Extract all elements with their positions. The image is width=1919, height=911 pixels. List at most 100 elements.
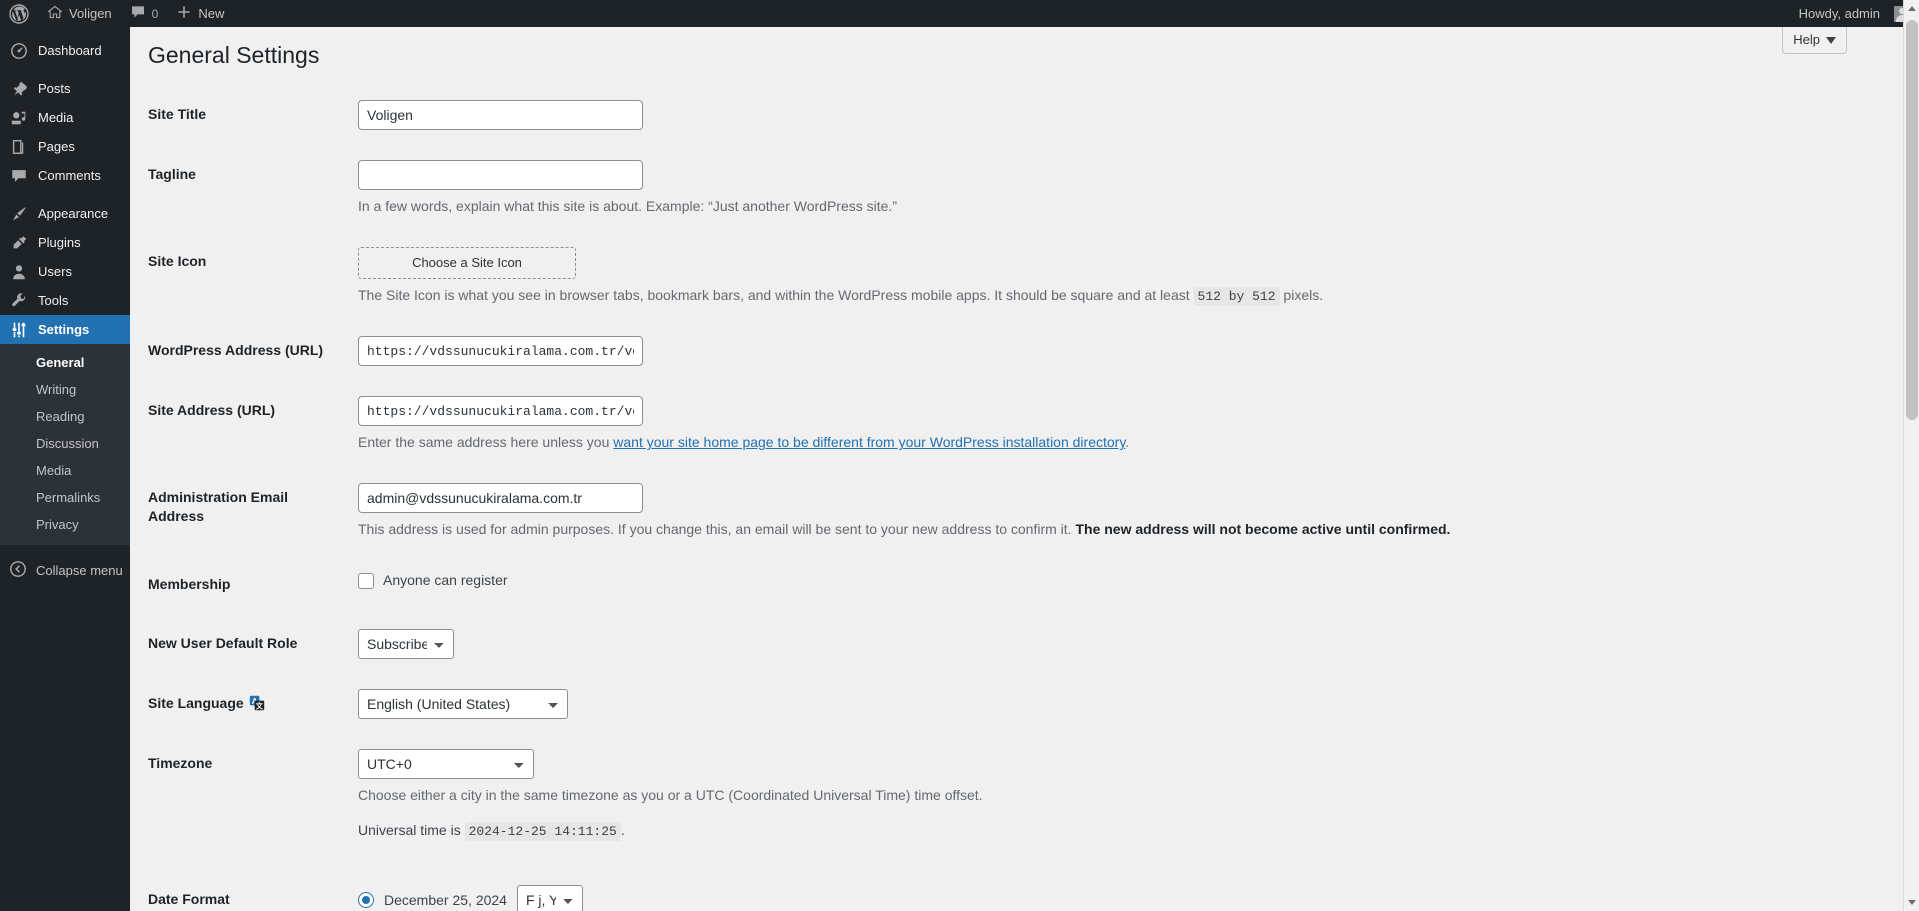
date-format-radio[interactable] (358, 892, 374, 909)
tagline-description: In a few words, explain what this site i… (358, 197, 897, 214)
submenu-item-privacy[interactable]: Privacy (0, 511, 130, 538)
cell-site-language: English (United States) (348, 674, 1548, 734)
sidebar-item-tools[interactable]: Tools (0, 286, 130, 315)
collapse-menu-label: Collapse menu (36, 562, 123, 578)
label-site-language: Site Language A文 (148, 674, 348, 734)
cell-tagline: In a few words, explain what this site i… (348, 145, 1548, 232)
site-address-desc-after: . (1125, 434, 1130, 451)
new-user-role-select[interactable]: SubscriberContributorAuthorEditorAdminis… (358, 628, 454, 659)
scroll-down-arrow-icon[interactable] (1904, 894, 1919, 911)
row-site-title: Site Title (148, 85, 1548, 145)
cell-site-icon: Choose a Site Icon The Site Icon is what… (348, 232, 1548, 322)
cell-timezone: UTC+0 Choose either a city in the same t… (348, 734, 1548, 871)
home-icon (47, 4, 63, 23)
label-membership: Membership (148, 576, 231, 593)
sidebar-item-plugins[interactable]: Plugins (0, 228, 130, 257)
wordpress-logo-menu[interactable] (0, 0, 38, 27)
anyone-can-register-text: Anyone can register (383, 572, 508, 589)
submenu-item-permalinks[interactable]: Permalinks (0, 484, 130, 511)
sidebar-label: Comments (38, 168, 101, 183)
sliders-icon (9, 320, 29, 340)
submenu-item-reading[interactable]: Reading (0, 403, 130, 430)
cell-site-title (348, 85, 1548, 145)
label-site-title: Site Title (148, 105, 207, 122)
new-content-label: New (198, 6, 225, 21)
anyone-can-register-label[interactable]: Anyone can register (358, 570, 508, 591)
site-icon-description: The Site Icon is what you see in browser… (358, 285, 1538, 307)
new-content-menu[interactable]: New (167, 0, 233, 27)
site-language-select[interactable]: English (United States) (358, 688, 568, 719)
scroll-thumb[interactable] (1906, 20, 1918, 420)
universal-time-prefix: Universal time is (358, 821, 461, 838)
howdy-label: Howdy, admin (1798, 6, 1880, 21)
date-format-option-label: December 25, 2024 (384, 891, 507, 908)
menu-spacer-top (0, 27, 130, 36)
sidebar-item-appearance[interactable]: Appearance (0, 199, 130, 228)
collapse-menu-button[interactable]: Collapse menu (0, 553, 130, 587)
sidebar-label: Media (38, 110, 74, 125)
submenu-item-media[interactable]: Media (0, 457, 130, 484)
sidebar-item-users[interactable]: Users (0, 257, 130, 286)
timezone-select[interactable]: UTC+0 (358, 748, 534, 779)
sidebar-item-settings[interactable]: Settings (0, 315, 130, 344)
my-account-menu[interactable]: Howdy, admin (1790, 0, 1919, 27)
installation-directory-link[interactable]: want your site home page to be different… (613, 434, 1125, 450)
user-icon (9, 262, 29, 282)
submenu-item-writing[interactable]: Writing (0, 376, 130, 403)
comment-bubble-icon (9, 166, 29, 186)
submenu-item-discussion[interactable]: Discussion (0, 430, 130, 457)
sidebar-item-pages[interactable]: Pages (0, 132, 130, 161)
cell-wordpress-address (348, 321, 1548, 381)
sidebar-item-dashboard[interactable]: Dashboard (0, 36, 130, 65)
sidebar-item-comments[interactable]: Comments (0, 161, 130, 190)
timezone-description: Choose either a city in the same timezon… (358, 786, 983, 803)
admin-email-input[interactable] (358, 483, 643, 514)
page-scrollbar[interactable] (1903, 0, 1919, 911)
site-name-label: Voligen (69, 6, 112, 21)
anyone-can-register-checkbox[interactable] (358, 572, 374, 589)
site-language-text: Site Language (148, 694, 244, 711)
admin-email-desc-strong: The new address will not become active u… (1075, 521, 1451, 538)
general-settings-form: Site Title Tagline In a few words, expla… (130, 85, 1904, 911)
row-site-address: Site Address (URL) Enter the same addres… (148, 381, 1548, 468)
sidebar-label: Appearance (38, 206, 109, 221)
universal-time-value: 2024-12-25 14:11:25 (464, 821, 621, 841)
plus-icon (176, 4, 192, 23)
sidebar-label: Dashboard (38, 43, 102, 58)
help-label: Help (1793, 32, 1820, 47)
row-site-icon: Site Icon Choose a Site Icon The Site Ic… (148, 232, 1548, 322)
row-wordpress-address: WordPress Address (URL) (148, 321, 1548, 381)
cell-admin-email: This address is used for admin purposes.… (348, 468, 1548, 555)
sidebar-item-media[interactable]: Media (0, 103, 130, 132)
media-icon (9, 108, 29, 128)
settings-submenu: General Writing Reading Discussion Media… (0, 344, 130, 545)
site-address-desc-before: Enter the same address here unless you (358, 434, 614, 451)
admin-bar: Voligen 0 New Howdy, admin (0, 0, 1919, 27)
label-site-address: Site Address (URL) (148, 402, 276, 419)
site-address-input[interactable] (358, 396, 643, 427)
admin-sidebar-menu: Dashboard Posts Media Pages Comments App… (0, 27, 130, 911)
site-title-input[interactable] (358, 99, 643, 130)
admin-email-description: This address is used for admin purposes.… (358, 519, 1538, 540)
site-icon-desc-before: The Site Icon is what you see in browser… (358, 286, 1194, 303)
main-content: Help General Settings Site Title Tagline (130, 27, 1904, 911)
label-timezone: Timezone (148, 754, 213, 771)
scroll-up-arrow-icon[interactable] (1904, 0, 1919, 17)
help-toggle-button[interactable]: Help (1782, 27, 1847, 54)
universal-time-row: Universal time is 2024-12-25 14:11:25. (358, 820, 1538, 842)
row-timezone: Timezone UTC+0 Choose either a city in t… (148, 734, 1548, 871)
submenu-item-general[interactable]: General (0, 349, 130, 376)
admin-email-desc-before: This address is used for admin purposes.… (358, 521, 1076, 538)
tagline-input[interactable] (358, 159, 643, 190)
admin-bar-right: Howdy, admin (1790, 0, 1919, 27)
site-name-menu[interactable]: Voligen (38, 0, 121, 27)
label-site-icon: Site Icon (148, 252, 207, 269)
sidebar-item-posts[interactable]: Posts (0, 74, 130, 103)
sidebar-label: Tools (38, 293, 69, 308)
comments-count: 0 (151, 6, 159, 21)
choose-site-icon-button[interactable]: Choose a Site Icon (358, 246, 576, 279)
date-format-select[interactable]: F j, Y (516, 885, 583, 911)
comments-menu[interactable]: 0 (121, 0, 168, 27)
wordpress-address-input[interactable] (358, 336, 643, 367)
row-site-language: Site Language A文 English (United States) (148, 674, 1548, 734)
